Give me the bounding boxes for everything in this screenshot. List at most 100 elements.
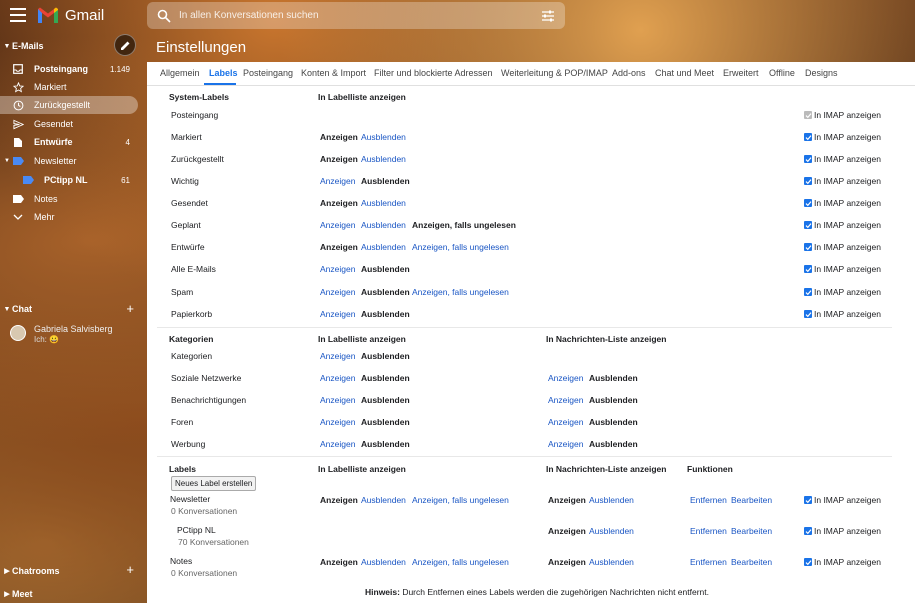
remove-label-link[interactable]: Entfernen [690,526,727,536]
category-msg-option-anzeigen[interactable]: Anzeigen [548,395,583,405]
tab-add-ons[interactable]: Add-ons [612,68,646,78]
imap-checkbox[interactable] [804,177,812,185]
system-label-option-ausblenden[interactable]: Ausblenden [361,198,406,208]
search-input[interactable]: In allen Konversationen suchen [179,10,319,21]
label-msg-option-ausblenden[interactable]: Ausblenden [589,495,634,505]
label-list-option-ausblenden[interactable]: Ausblenden [361,495,406,505]
sidebar-item-pctipp-nl[interactable]: PCtipp NL 61 [0,171,138,189]
system-label-option-anzeigen[interactable]: Anzeigen [320,176,355,186]
imap-checkbox[interactable] [804,133,812,141]
hint-bold: Hinweis: [365,587,400,597]
sidebar-item-mehr[interactable]: Mehr [0,208,138,226]
sidebar-item-entwuerfe[interactable]: Entwürfe 4 [0,133,138,151]
tab-erweitert[interactable]: Erweitert [723,68,759,78]
meet-section-header[interactable]: ▶ Meet [0,589,32,599]
tab-konten-import[interactable]: Konten & Import [301,68,366,78]
system-label-option-anzeigen-falls-ungelesen[interactable]: Anzeigen, falls ungelesen [412,287,509,297]
system-label-option-anzeigen[interactable]: Anzeigen [320,309,355,319]
category-list-option-anzeigen[interactable]: Anzeigen [320,395,355,405]
main-menu-icon[interactable] [10,8,26,22]
tab-filter[interactable]: Filter und blockierte Adressen [374,68,493,78]
compose-button[interactable] [114,34,136,56]
category-list-option-anzeigen[interactable]: Anzeigen [320,439,355,449]
label-conversation-count: 0 Konversationen [171,506,238,516]
chatrooms-section-header[interactable]: ▶ Chatrooms [0,566,59,576]
sidebar-item-markiert[interactable]: Markiert [0,78,138,96]
chat-contact[interactable]: Gabriela Salvisberg Ich: 😀 [10,324,140,348]
system-label-option-anzeigen: Anzeigen [320,132,358,142]
chat-section-header[interactable]: ▼ Chat [0,304,32,314]
imap-checkbox[interactable] [804,288,812,296]
star-icon [12,81,24,93]
system-label-option-ausblenden[interactable]: Ausblenden [361,154,406,164]
sidebar-item-notes[interactable]: Notes [0,190,138,208]
system-label-option-anzeigen[interactable]: Anzeigen [320,264,355,274]
remove-label-link[interactable]: Entfernen [690,495,727,505]
tab-weiterleitung[interactable]: Weiterleitung & POP/IMAP [501,68,608,78]
category-list-option-anzeigen[interactable]: Anzeigen [320,417,355,427]
imap-checkbox[interactable] [804,496,812,504]
label-list-option-anzeigen-falls-ungelesen[interactable]: Anzeigen, falls ungelesen [412,495,509,505]
imap-checkbox[interactable] [804,221,812,229]
gmail-logo-icon[interactable] [37,6,59,24]
sidebar-item-posteingang[interactable]: Posteingang 1.149 [0,60,138,78]
category-msg-option-ausblenden: Ausblenden [589,395,638,405]
category-list-option-ausblenden: Ausblenden [361,373,410,383]
category-list-option-anzeigen[interactable]: Anzeigen [320,351,355,361]
expand-caret-icon[interactable]: ▶ [2,567,12,575]
settings-tabs: Allgemein Labels Posteingang Konten & Im… [147,62,915,86]
expand-caret-icon[interactable]: ▼ [4,158,10,164]
remove-label-link[interactable]: Entfernen [690,557,727,567]
system-label-option-ausblenden[interactable]: Ausblenden [361,242,406,252]
imap-checkbox[interactable] [804,265,812,273]
sidebar-item-newsletter[interactable]: ▼ Newsletter [0,152,138,170]
imap-checkbox[interactable] [804,310,812,318]
imap-label: In IMAP anzeigen [814,309,881,319]
search-icon[interactable] [157,9,171,23]
tab-chat-meet[interactable]: Chat und Meet [655,68,714,78]
imap-checkbox[interactable] [804,199,812,207]
edit-label-link[interactable]: Bearbeiten [731,557,772,567]
collapse-caret-icon[interactable]: ▼ [2,306,12,313]
system-label-option-anzeigen-falls-ungelesen[interactable]: Anzeigen, falls ungelesen [412,242,509,252]
search-bar[interactable]: In allen Konversationen suchen [147,2,565,29]
label-msg-option-ausblenden[interactable]: Ausblenden [589,557,634,567]
labels-header: Labels [169,464,196,474]
add-chatroom-icon[interactable]: + [126,562,134,577]
system-label-option-anzeigen[interactable]: Anzeigen [320,287,355,297]
category-list-option-anzeigen[interactable]: Anzeigen [320,373,355,383]
mails-section-header[interactable]: ▼ E-Mails [0,41,44,51]
imap-checkbox[interactable] [804,527,812,535]
label-list-option-ausblenden[interactable]: Ausblenden [361,557,406,567]
category-msg-option-anzeigen[interactable]: Anzeigen [548,439,583,449]
system-label-option-ausblenden: Ausblenden [361,176,410,186]
label-list-option-anzeigen-falls-ungelesen[interactable]: Anzeigen, falls ungelesen [412,557,509,567]
imap-label: In IMAP anzeigen [814,557,881,567]
expand-caret-icon[interactable]: ▶ [2,590,12,598]
add-chat-icon[interactable]: + [126,301,134,316]
page-title: Einstellungen [156,39,247,56]
new-label-button[interactable]: Neues Label erstellen [171,476,257,491]
system-label-option-ausblenden[interactable]: Ausblenden [361,132,406,142]
sidebar-item-gesendet[interactable]: Gesendet [0,115,138,133]
edit-label-link[interactable]: Bearbeiten [731,526,772,536]
tab-posteingang[interactable]: Posteingang [243,68,293,78]
app-name[interactable]: Gmail [65,7,104,24]
sidebar-item-zurueckgestellt[interactable]: Zurückgestellt [0,96,138,114]
settings-panel: Allgemein Labels Posteingang Konten & Im… [147,62,915,603]
tab-offline[interactable]: Offline [769,68,795,78]
search-options-icon[interactable] [541,9,555,23]
imap-checkbox[interactable] [804,155,812,163]
imap-checkbox[interactable] [804,558,812,566]
system-label-option-anzeigen[interactable]: Anzeigen [320,220,355,230]
label-msg-option-ausblenden[interactable]: Ausblenden [589,526,634,536]
category-msg-option-anzeigen[interactable]: Anzeigen [548,373,583,383]
category-msg-option-anzeigen[interactable]: Anzeigen [548,417,583,427]
tab-allgemein[interactable]: Allgemein [160,68,200,78]
edit-label-link[interactable]: Bearbeiten [731,495,772,505]
imap-checkbox[interactable] [804,243,812,251]
tab-labels[interactable]: Labels [209,68,238,78]
collapse-caret-icon[interactable]: ▼ [2,43,12,50]
tab-designs[interactable]: Designs [805,68,838,78]
system-label-option-ausblenden[interactable]: Ausblenden [361,220,406,230]
